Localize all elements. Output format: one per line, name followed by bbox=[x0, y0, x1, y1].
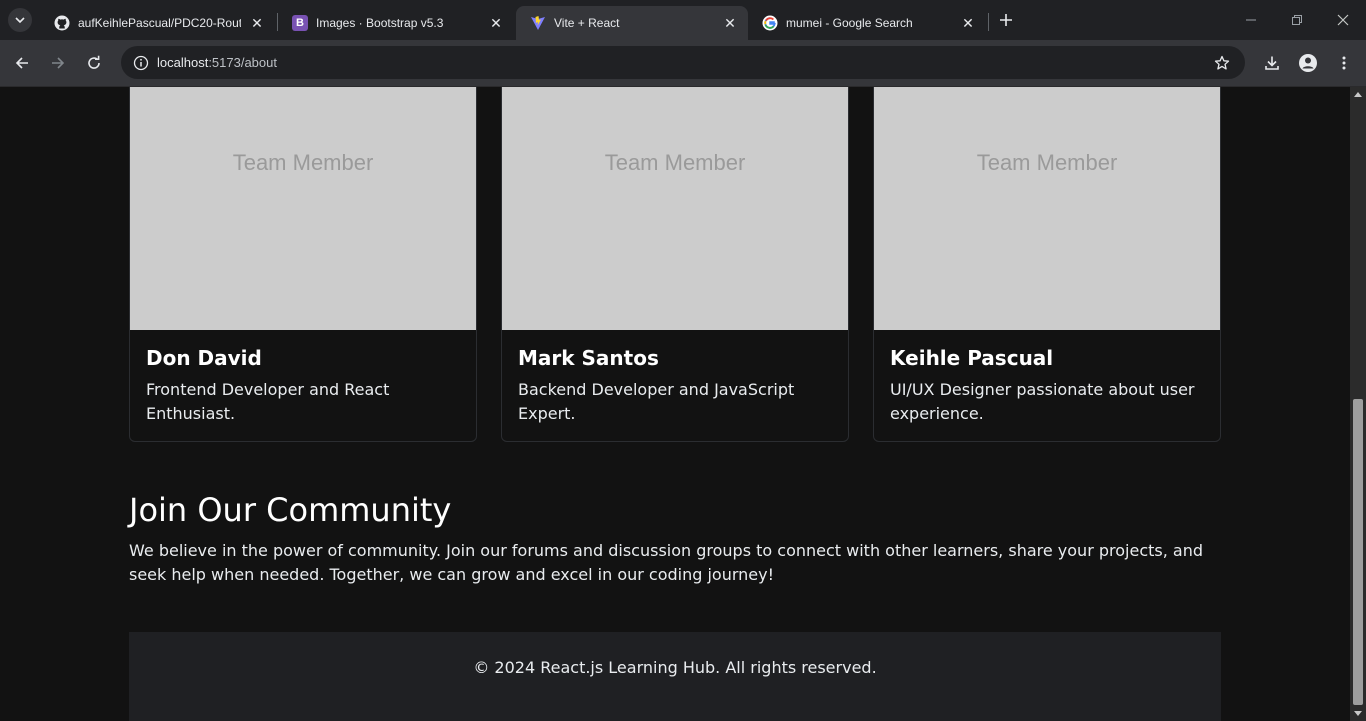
footer: © 2024 React.js Learning Hub. All rights… bbox=[129, 632, 1221, 721]
downloads-button[interactable] bbox=[1259, 50, 1285, 76]
tab-search-button[interactable] bbox=[8, 8, 32, 32]
card-body: Keihle Pascual UI/UX Designer passionate… bbox=[874, 330, 1220, 441]
url-path: :5173/about bbox=[208, 55, 277, 70]
section-text: We believe in the power of community. Jo… bbox=[129, 541, 1203, 584]
plus-icon bbox=[1000, 14, 1012, 26]
close-window-button[interactable] bbox=[1320, 0, 1366, 40]
team-card: Team Member Mark Santos Backend Develope… bbox=[501, 87, 849, 442]
tab-separator bbox=[988, 13, 989, 31]
kebab-menu-icon bbox=[1342, 56, 1346, 70]
restore-button[interactable] bbox=[1274, 0, 1320, 40]
member-role: Frontend Developer and React Enthusiast. bbox=[146, 380, 390, 423]
tab-title: aufKeihlePascual/PDC20-Routin bbox=[78, 16, 241, 30]
bootstrap-icon: B bbox=[292, 15, 308, 31]
browser-toolbar: localhost:5173/about bbox=[0, 40, 1366, 87]
menu-button[interactable] bbox=[1331, 50, 1357, 76]
team-card: Team Member Keihle Pascual UI/UX Designe… bbox=[873, 87, 1221, 442]
close-icon[interactable]: ✕ bbox=[247, 13, 267, 33]
community-section: Join Our Community We believe in the pow… bbox=[129, 491, 1221, 587]
url-text[interactable]: localhost:5173/about bbox=[157, 55, 277, 70]
image-placeholder-text: Team Member bbox=[976, 150, 1118, 175]
image-placeholder-text: Team Member bbox=[232, 150, 374, 175]
close-icon[interactable]: ✕ bbox=[486, 13, 506, 33]
scrollbar-thumb[interactable] bbox=[1353, 399, 1363, 705]
image-placeholder-text: Team Member bbox=[604, 150, 746, 175]
tab-google[interactable]: mumei - Google Search ✕ bbox=[748, 6, 986, 40]
arrow-right-icon bbox=[52, 57, 65, 69]
member-name: Don David bbox=[146, 346, 262, 370]
profile-button[interactable] bbox=[1295, 50, 1321, 76]
team-member-image: Team Member bbox=[502, 87, 848, 330]
reload-icon bbox=[88, 55, 100, 69]
tab-title: Vite + React bbox=[554, 16, 620, 30]
new-tab-button[interactable] bbox=[994, 8, 1018, 32]
tab-github[interactable]: aufKeihlePascual/PDC20-Routin ✕ bbox=[40, 6, 275, 40]
forward-button[interactable] bbox=[45, 50, 71, 76]
close-icon bbox=[1337, 14, 1349, 26]
scroll-down-arrow-icon[interactable] bbox=[1354, 711, 1362, 716]
team-member-image: Team Member bbox=[130, 87, 476, 330]
bookmark-star-icon[interactable] bbox=[1211, 52, 1233, 74]
address-bar[interactable]: localhost:5173/about bbox=[121, 46, 1245, 79]
page-viewport: Team Member Don David Frontend Developer… bbox=[0, 87, 1350, 721]
close-icon[interactable]: ✕ bbox=[958, 13, 978, 33]
reload-button[interactable] bbox=[81, 50, 107, 76]
section-heading: Join Our Community bbox=[129, 491, 452, 529]
arrow-left-icon bbox=[15, 57, 28, 69]
restore-icon bbox=[1292, 15, 1302, 25]
member-role: Backend Developer and JavaScript Expert. bbox=[518, 380, 795, 423]
minimize-button[interactable] bbox=[1228, 0, 1274, 40]
github-icon bbox=[54, 15, 70, 31]
tab-bootstrap[interactable]: B Images · Bootstrap v5.3 ✕ bbox=[278, 6, 514, 40]
scroll-up-arrow-icon[interactable] bbox=[1354, 92, 1362, 97]
tab-strip: aufKeihlePascual/PDC20-Routin ✕ B Images… bbox=[0, 0, 1366, 40]
member-name: Mark Santos bbox=[518, 346, 659, 370]
minimize-icon bbox=[1246, 19, 1256, 21]
copyright-text: © 2024 React.js Learning Hub. All rights… bbox=[473, 658, 877, 677]
member-name: Keihle Pascual bbox=[890, 346, 1054, 370]
member-role: UI/UX Designer passionate about user exp… bbox=[890, 380, 1195, 423]
team-card: Team Member Don David Frontend Developer… bbox=[129, 87, 477, 442]
card-body: Mark Santos Backend Developer and JavaSc… bbox=[502, 330, 848, 441]
back-button[interactable] bbox=[9, 50, 35, 76]
vite-icon bbox=[530, 15, 546, 31]
card-body: Don David Frontend Developer and React E… bbox=[130, 330, 476, 441]
chevron-down-icon bbox=[15, 17, 25, 24]
close-icon[interactable]: ✕ bbox=[720, 13, 740, 33]
profile-icon bbox=[1299, 54, 1317, 72]
tab-title: mumei - Google Search bbox=[786, 16, 913, 30]
google-icon bbox=[762, 15, 778, 31]
page-scrollbar[interactable] bbox=[1350, 87, 1366, 721]
download-icon bbox=[1265, 56, 1279, 70]
url-host: localhost bbox=[157, 55, 209, 70]
tab-title: Images · Bootstrap v5.3 bbox=[316, 16, 444, 30]
team-member-image: Team Member bbox=[874, 87, 1220, 330]
tab-vite-react[interactable]: Vite + React ✕ bbox=[516, 6, 748, 40]
site-info-icon[interactable] bbox=[129, 51, 153, 75]
